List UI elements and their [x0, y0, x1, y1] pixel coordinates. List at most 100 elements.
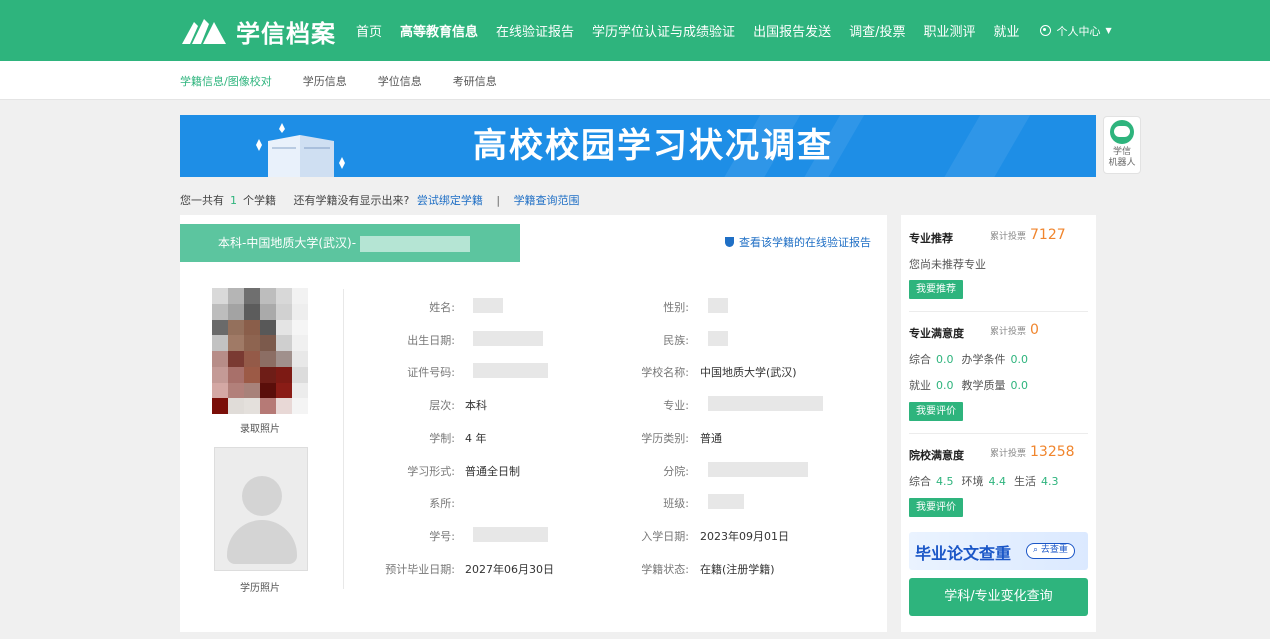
subnav-item-postgrad-exam[interactable]: 考研信息 — [453, 73, 497, 89]
field-value-school-name: 中国地质大学(武汉) — [700, 366, 797, 380]
banner-title: 高校校园学习状况调查 — [473, 126, 833, 166]
robot-label-line1: 学信 — [1112, 147, 1131, 157]
redacted-block — [473, 363, 548, 379]
redacted-block — [708, 396, 823, 412]
major-satisfaction-title: 专业满意度 — [909, 327, 964, 340]
record-tab[interactable]: 本科-中国地质大学(武汉)- — [180, 224, 520, 262]
thesis-check-ad[interactable]: 毕业论文查重 ⌕ 去查重 — [909, 532, 1088, 570]
link-separator: | — [496, 194, 501, 207]
student-record-card: 本科-中国地质大学(武汉)- 查看该学籍的在线验证报告 录取照片 学历照片 姓名… — [180, 215, 887, 632]
field-label-duration: 学制: — [429, 431, 455, 445]
degree-photo-placeholder — [214, 447, 308, 571]
nav-item-higher-education[interactable]: 高等教育信息 — [400, 21, 478, 40]
redacted-block — [708, 494, 744, 510]
brand-logo[interactable]: 学信档案 — [180, 14, 336, 48]
count-prefix: 您一共有 — [180, 194, 224, 207]
avatar-body-icon — [227, 520, 297, 564]
admission-photo-label: 录取照片 — [240, 424, 280, 435]
field-label-ethnicity: 民族: — [663, 333, 689, 347]
recommend-major-button[interactable]: 我要推荐 — [909, 280, 963, 299]
shield-icon — [725, 237, 734, 247]
field-label-name: 姓名: — [429, 301, 455, 314]
view-verification-report-link[interactable]: 查看该学籍的在线验证报告 — [725, 234, 871, 250]
nav-item-home[interactable]: 首页 — [356, 21, 382, 40]
caret-down-icon: ▼ — [1105, 26, 1112, 35]
user-center-label: 个人中心 — [1056, 24, 1101, 38]
robot-label-line2: 机器人 — [1108, 158, 1136, 168]
field-value-enrollment-date: 2023年09月01日 — [700, 529, 789, 543]
school-satisfaction-votes: 累计投票 13258 — [990, 444, 1075, 460]
major-satisfaction-scores-row2: 就业 0.0 教学质量 0.0 — [909, 379, 1028, 392]
degree-photo-label: 学历照片 — [240, 583, 280, 594]
nav-item-certification[interactable]: 学历学位认证与成绩验证 — [592, 21, 735, 40]
user-center-menu[interactable]: 个人中心 ▼ — [1039, 23, 1112, 39]
field-label-education-type: 学历类别: — [641, 431, 689, 445]
field-label-class: 班级: — [663, 497, 689, 511]
admission-photo — [212, 288, 308, 414]
redacted-block — [473, 526, 548, 542]
field-value-duration: 4 年 — [465, 431, 487, 445]
column-divider — [343, 289, 344, 589]
field-label-department: 系所: — [429, 497, 455, 511]
field-value-study-mode: 普通全日制 — [465, 464, 520, 478]
nav-item-career-test[interactable]: 职业测评 — [923, 21, 975, 40]
survey-banner[interactable]: 高校校园学习状况调查 — [180, 115, 1096, 177]
brand-name: 学信档案 — [236, 19, 336, 48]
search-icon: ⌕ — [1033, 545, 1039, 555]
field-label-status: 学籍状态: — [641, 562, 689, 576]
field-label-id-number: 证件号码: — [407, 366, 455, 380]
xuexin-robot-widget[interactable]: 学信 机器人 — [1103, 116, 1141, 174]
field-label-birth-date: 出生日期: — [407, 333, 455, 347]
subnav-item-student-status[interactable]: 学籍信息/图像校对 — [180, 73, 272, 89]
field-label-gender: 性别: — [663, 301, 689, 314]
divider — [909, 311, 1088, 312]
major-recommend-title: 专业推荐 — [909, 232, 953, 245]
rate-major-button[interactable]: 我要评价 — [909, 402, 963, 421]
field-label-student-id: 学号: — [429, 529, 455, 543]
major-satisfaction-scores-row1: 综合 0.0 办学条件 0.0 — [909, 353, 1028, 366]
nav-item-online-verification[interactable]: 在线验证报告 — [496, 21, 574, 40]
nav-item-survey[interactable]: 调查/投票 — [849, 21, 905, 40]
major-satisfaction-votes: 累计投票 0 — [990, 322, 1039, 338]
redacted-block — [360, 235, 471, 252]
field-value-level: 本科 — [465, 399, 487, 413]
field-label-expected-graduation: 预计毕业日期: — [385, 562, 455, 576]
bind-record-link[interactable]: 尝试绑定学籍 — [417, 194, 483, 207]
record-count: 1 — [230, 194, 237, 207]
redacted-block — [708, 461, 808, 477]
field-value-status: 在籍(注册学籍) — [700, 562, 775, 576]
field-label-major: 专业: — [663, 399, 689, 413]
query-scope-link[interactable]: 学籍查询范围 — [514, 194, 580, 207]
leaf-logo-icon — [182, 19, 226, 44]
subnav-item-degree[interactable]: 学位信息 — [378, 73, 422, 89]
major-recommend-votes: 累计投票 7127 — [990, 227, 1066, 243]
thesis-ad-title: 毕业论文查重 — [915, 544, 1012, 563]
photo-column: 录取照片 学历照片 — [210, 288, 314, 594]
major-change-query-button[interactable]: 学科/专业变化查询 — [909, 578, 1088, 616]
user-icon — [1039, 25, 1051, 36]
robot-icon — [1110, 120, 1134, 144]
redacted-block — [708, 330, 728, 346]
redacted-block — [708, 298, 728, 313]
school-satisfaction-title: 院校满意度 — [909, 449, 964, 462]
major-recommend-text: 您尚未推荐专业 — [909, 258, 986, 271]
redacted-block — [473, 298, 503, 313]
divider — [909, 433, 1088, 434]
field-label-college: 分院: — [663, 464, 689, 478]
side-panel: 专业推荐 累计投票 7127 您尚未推荐专业 我要推荐 专业满意度 累计投票 0 综… — [901, 215, 1096, 632]
nav-item-abroad-report[interactable]: 出国报告发送 — [753, 21, 831, 40]
field-label-enrollment-date: 入学日期: — [641, 529, 689, 543]
record-count-line: 您一共有 1 个学籍 还有学籍没有显示出来? 尝试绑定学籍 | 学籍查询范围 — [180, 192, 580, 208]
record-tab-title: 本科-中国地质大学(武汉)- — [218, 236, 357, 250]
rate-school-button[interactable]: 我要评价 — [909, 498, 963, 517]
avatar-head-icon — [242, 476, 282, 516]
nav-item-employment[interactable]: 就业 — [993, 21, 1019, 40]
thesis-search-pill: ⌕ 去查重 — [1026, 543, 1075, 559]
verify-link-label: 查看该学籍的在线验证报告 — [739, 236, 871, 249]
main-nav: 首页 高等教育信息 在线验证报告 学历学位认证与成绩验证 出国报告发送 调查/投… — [356, 0, 1112, 61]
missing-records-text: 还有学籍没有显示出来? — [293, 194, 410, 207]
subnav-item-education[interactable]: 学历信息 — [303, 73, 347, 89]
field-value-expected-graduation: 2027年06月30日 — [465, 562, 554, 576]
field-label-school-name: 学校名称: — [641, 366, 689, 380]
sub-navbar: 学籍信息/图像校对 学历信息 学位信息 考研信息 — [0, 61, 1270, 100]
